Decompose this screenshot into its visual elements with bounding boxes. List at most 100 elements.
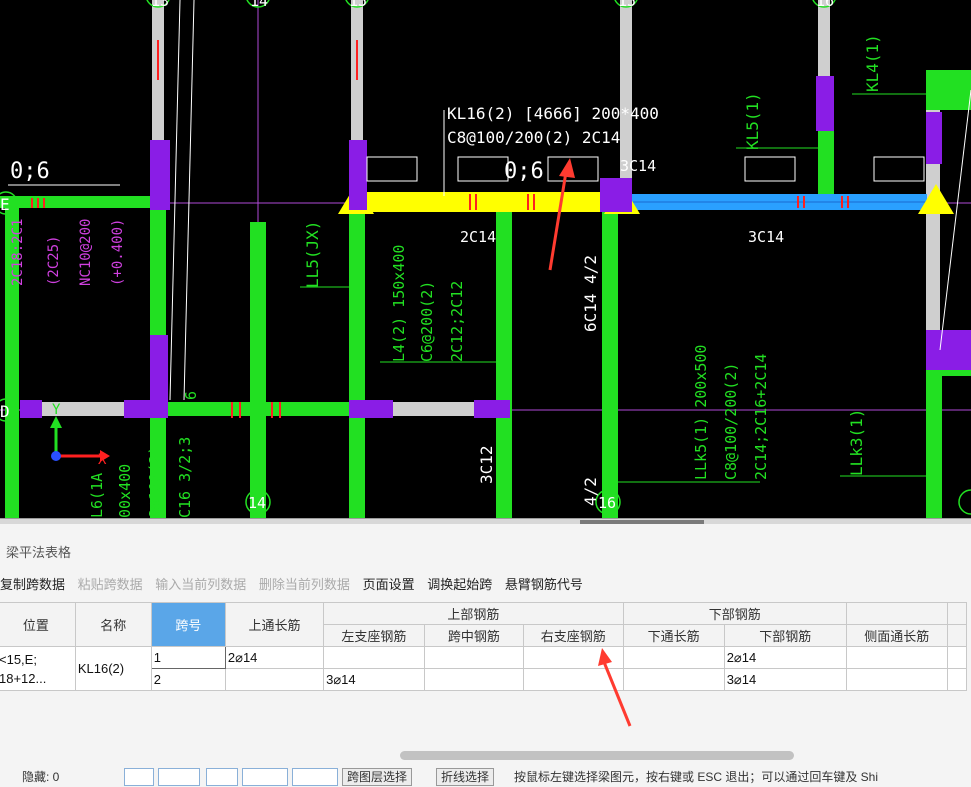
text-3c12: 3C12 <box>477 445 496 484</box>
green-beam <box>349 418 365 518</box>
text-l6-2: 00x400 <box>116 464 134 518</box>
axis-label-15: 15 <box>349 0 367 10</box>
cad-drawing-canvas[interactable]: 13 14 15 15 16 14 16 E D 0;6 0;6 KL16(2)… <box>0 0 971 518</box>
text-l4-2: C6@200(2) <box>418 281 436 362</box>
red-arrow-table <box>598 648 632 727</box>
delete-column-data-button[interactable]: 删除当前列数据 <box>259 574 350 593</box>
cell-span[interactable]: 1 <box>150 646 226 669</box>
col-header-position[interactable]: 位置 <box>0 602 76 647</box>
cell-extra[interactable] <box>946 646 968 669</box>
col-header-side-through[interactable]: 侧面通长筋 <box>845 624 948 647</box>
cell-top-through[interactable] <box>224 668 325 691</box>
column <box>474 400 510 418</box>
ucs-y-label: Y <box>52 402 61 418</box>
column <box>349 400 393 418</box>
col-header-left-support[interactable]: 左支座钢筋 <box>323 624 425 647</box>
column <box>349 140 367 210</box>
selected-beam-kl16[interactable] <box>356 192 622 212</box>
status-hint: 按鼠标左键选择梁图元，按右键或 ESC 退出；可以通过回车键及 Shi <box>514 770 879 784</box>
text-l6-3: 8@100(2) <box>146 446 164 518</box>
text-3c14-right: 3C14 <box>748 228 784 246</box>
col-header-span[interactable]: 跨号 <box>150 602 226 647</box>
page-setup-button[interactable]: 页面设置 <box>363 574 415 593</box>
text-ll5: LL5(JX) <box>303 221 322 288</box>
cell-bottom-bar[interactable]: 2⌀14 <box>723 646 847 669</box>
cross-layer-select-button[interactable]: 跨图层选择 <box>342 768 413 786</box>
axis-label-e: E <box>0 195 10 214</box>
text-l4-1: L4(2) 150x400 <box>390 245 408 362</box>
panel-toolbar: 复制跨数据 粘贴跨数据 输入当前列数据 删除当前列数据 页面设置 调换起始跨 悬… <box>0 574 592 594</box>
cell-mid-span[interactable] <box>423 646 524 669</box>
table-row[interactable]: <15,E; 18+12... KL16(2) 1 2⌀14 2⌀14 <box>0 646 968 691</box>
cell-left-support[interactable]: 3⌀14 <box>323 668 425 691</box>
cancel-select-icon[interactable] <box>206 768 238 786</box>
cell-position[interactable]: <15,E; 18+12... <box>0 646 76 691</box>
text-kl5: KL5(1) <box>743 92 762 150</box>
polyline-select-button[interactable]: 折线选择 <box>436 768 495 786</box>
group-header-top: 上部钢筋 <box>323 602 624 625</box>
text-kl4: KL4(1) <box>863 34 882 92</box>
text-left-2: NC10@200 <box>78 219 94 286</box>
column <box>926 112 942 164</box>
green-beam <box>818 130 834 195</box>
column <box>150 140 170 210</box>
column <box>926 330 971 370</box>
input-column-data-button[interactable]: 输入当前列数据 <box>155 574 246 593</box>
ucs-x-label: X <box>98 452 107 468</box>
cell-left-support[interactable] <box>323 646 425 669</box>
col-header-name[interactable]: 名称 <box>74 602 152 647</box>
text-6c14: 6C14 4/2 <box>581 255 600 332</box>
column <box>124 400 168 418</box>
position-line1: <15,E; <box>0 651 37 667</box>
cad-svg[interactable]: 13 14 15 15 16 14 16 E D 0;6 0;6 KL16(2)… <box>0 0 971 518</box>
osnap-dropdown-icon[interactable] <box>292 768 338 786</box>
text-l6-4: C16 3/2;3 <box>176 437 194 518</box>
axis-label-d: D <box>0 402 10 421</box>
select-mode-icon[interactable] <box>124 768 154 786</box>
text-3c14-top: 3C14 <box>620 157 656 175</box>
red-arrow-annotation <box>548 158 575 271</box>
select-dropdown-icon[interactable] <box>158 768 200 786</box>
cell-mid-span[interactable] <box>423 668 524 691</box>
beam-annotation-line2: C8@100/200(2) 2C14 <box>447 128 620 147</box>
copy-span-data-button[interactable]: 复制跨数据 <box>0 574 65 593</box>
horizontal-scrollbar[interactable] <box>400 751 794 760</box>
green-beam <box>496 212 512 518</box>
text-l6-1: L6(1A <box>88 473 106 518</box>
axis-label-15b: 15 <box>618 0 636 10</box>
snap-dropdown-icon[interactable] <box>242 768 288 786</box>
cantilever-rebar-code-button[interactable]: 悬臂钢筋代号 <box>505 574 583 593</box>
cell-extra[interactable] <box>946 668 968 691</box>
cell-side-through[interactable] <box>845 646 948 669</box>
hide-count-label: 隐藏: 0 <box>22 770 60 784</box>
coord-label-mid: 0;6 <box>504 159 544 184</box>
green-beam-h <box>165 402 350 416</box>
col-header-extra <box>946 624 968 647</box>
group-header-bottom: 下部钢筋 <box>622 602 847 625</box>
col-header-bottom-bar[interactable]: 下部钢筋 <box>723 624 847 647</box>
text-b6: 6 <box>182 391 200 400</box>
swap-start-span-button[interactable]: 调换起始跨 <box>427 574 492 593</box>
col-header-mid-span[interactable]: 跨中钢筋 <box>423 624 524 647</box>
text-l4-3: 2C12;2C12 <box>448 281 466 362</box>
cell-bottom-bar[interactable]: 3⌀14 <box>723 668 847 691</box>
green-beam <box>926 370 942 518</box>
axis-label-13: 13 <box>151 0 169 10</box>
cell-side-through[interactable] <box>845 668 948 691</box>
text-left-0: 2C18:2C1 <box>10 219 26 286</box>
axis-label-14-bottom: 14 <box>248 494 266 512</box>
cell-name[interactable]: KL16(2) <box>74 646 152 691</box>
cell-top-through[interactable]: 2⌀14 <box>224 646 325 669</box>
wall <box>818 0 830 80</box>
position-line2: 18+12... <box>0 670 47 686</box>
cell-span[interactable]: 2 <box>150 668 226 691</box>
axis-label-16-bottom: 16 <box>598 494 616 512</box>
panel-title: 梁平法表格 <box>6 545 72 560</box>
status-bar: 隐藏: 0 跨图层选择 折线选择 按鼠标左键选择梁图元，按右键或 ESC 退出；… <box>0 768 971 787</box>
beam-table: 位置 名称 跨号 上通长筋 上部钢筋 下部钢筋 左支座钢筋 跨中钢筋 右支座钢筋… <box>0 602 968 691</box>
paste-span-data-button[interactable]: 粘贴跨数据 <box>78 574 143 593</box>
col-header-top-through[interactable]: 上通长筋 <box>224 602 325 647</box>
text-left-1: (2C25) <box>46 235 62 286</box>
axis-label-16: 16 <box>816 0 834 10</box>
text-2c14: 2C14 <box>460 228 496 246</box>
